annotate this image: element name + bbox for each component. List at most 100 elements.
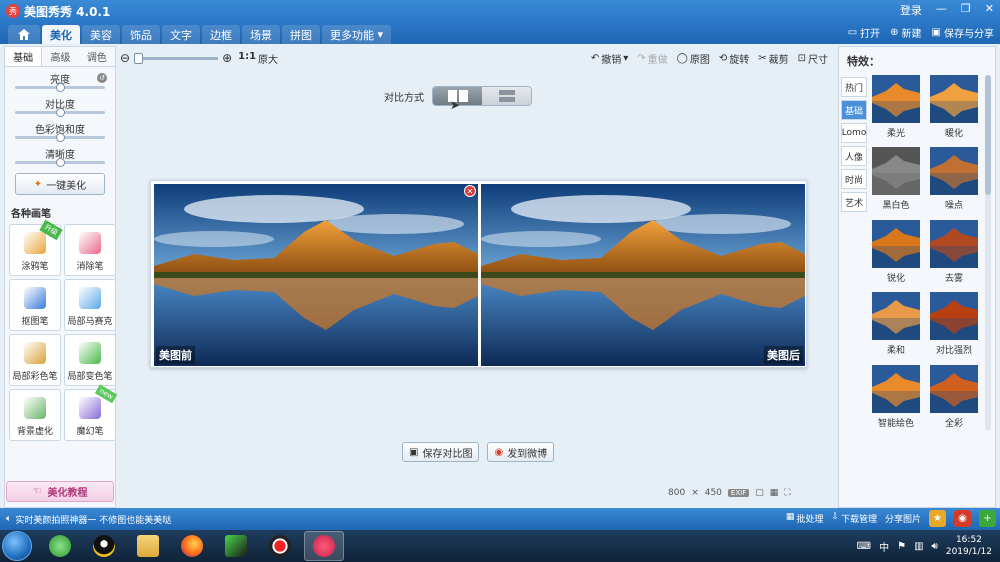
- size-button[interactable]: ⊡ 尺寸: [798, 51, 828, 66]
- open-button[interactable]: ▭ 打开: [848, 25, 880, 40]
- taskbar-app-firefox[interactable]: [172, 531, 212, 561]
- tab-art[interactable]: 艺术: [841, 192, 867, 212]
- effect-black-white[interactable]: 黑白色: [871, 147, 921, 211]
- effects-scrollbar[interactable]: [985, 75, 991, 431]
- brush-mosaic[interactable]: 局部马赛克: [64, 279, 116, 331]
- keyboard-icon[interactable]: ⌨: [857, 541, 871, 552]
- crop-button[interactable]: ✂ 裁剪: [758, 51, 788, 66]
- subtab-basic[interactable]: 基础: [5, 47, 43, 66]
- brush-color-change[interactable]: 局部变色笔: [64, 334, 116, 386]
- redo-button[interactable]: ↷ 重做: [637, 51, 667, 66]
- brush-magic[interactable]: new 魔幻笔: [64, 384, 118, 441]
- tab-basic[interactable]: 基础: [841, 100, 867, 120]
- brush-background-blur[interactable]: 背景虚化: [9, 389, 61, 441]
- one-click-beautify-button[interactable]: ✦ 一键美化: [15, 173, 105, 195]
- fullscreen-icon[interactable]: ⛶: [784, 488, 790, 498]
- zoom-slider[interactable]: [134, 52, 219, 64]
- status-message[interactable]: 实时美颜拍照神器一 不修图也能美美哒: [15, 513, 171, 526]
- brightness-slider[interactable]: 亮度: [13, 67, 107, 92]
- edit-toolbar: ⊖ ⊕ 1:1 原大 ↶ 撤销 ▾ ↷ 重做 ◯ 原图 ⟲ 旋转 ✂ 裁剪 ⊡ 尺寸: [120, 48, 834, 68]
- save-compare-button[interactable]: ▣ 保存对比图: [402, 442, 480, 462]
- taskbar-app-explorer[interactable]: [128, 531, 168, 561]
- saturation-slider[interactable]: 色彩饱和度: [13, 117, 107, 142]
- original-button[interactable]: ◯ 原图: [677, 51, 710, 66]
- subtab-advanced[interactable]: 高级: [42, 47, 78, 66]
- crop-label: 裁剪: [768, 55, 789, 66]
- star-icon[interactable]: ★: [929, 510, 946, 527]
- tab-beauty[interactable]: 美容: [82, 25, 120, 44]
- undo-button[interactable]: ↶ 撤销 ▾: [591, 51, 628, 66]
- taskbar-app-meitu[interactable]: [304, 531, 344, 561]
- zoom-out-icon[interactable]: ⊖: [120, 51, 130, 65]
- weibo-icon[interactable]: ◉: [954, 510, 971, 527]
- volume-icon[interactable]: 🔊︎: [932, 541, 938, 552]
- effect-soft[interactable]: 柔和: [871, 292, 921, 356]
- tab-portrait[interactable]: 人像: [841, 146, 867, 166]
- minimize-button[interactable]: —: [936, 2, 947, 18]
- zoom-in-icon[interactable]: ⊕: [222, 51, 232, 65]
- batch-button[interactable]: ▦ 批处理: [786, 512, 824, 525]
- rotate-button[interactable]: ⟲ 旋转: [719, 51, 749, 66]
- start-button[interactable]: [2, 531, 32, 561]
- effect-smart-color[interactable]: 智能绘色: [871, 364, 921, 429]
- effect-dehaze[interactable]: 去雾: [929, 219, 979, 284]
- effect-full-color[interactable]: 全彩: [929, 364, 979, 429]
- tab-accessories[interactable]: 饰品: [122, 25, 160, 44]
- close-compare-icon[interactable]: ✕: [464, 185, 476, 197]
- top-bottom-option[interactable]: [482, 87, 531, 105]
- ime-indicator[interactable]: 中: [879, 539, 889, 554]
- share-weibo-button[interactable]: ◉ 发到微博: [487, 442, 555, 462]
- tab-lomo[interactable]: Lomo: [841, 123, 867, 143]
- brush-graffiti[interactable]: 升级 涂鸦笔: [9, 219, 63, 276]
- tab-scene[interactable]: 场景: [242, 25, 280, 44]
- beautify-tutorial-button[interactable]: ☜ 美化教程: [6, 481, 114, 502]
- subtab-color[interactable]: 调色: [79, 47, 115, 66]
- tab-beautify[interactable]: 美化: [42, 25, 80, 44]
- effect-sharpen[interactable]: 锐化: [871, 219, 921, 284]
- login-link[interactable]: 登录: [900, 2, 922, 18]
- exif-button[interactable]: EXIF: [727, 489, 750, 497]
- fit-view-icon[interactable]: ▢: [755, 488, 764, 498]
- effect-warm[interactable]: 暖化: [929, 75, 979, 139]
- contrast-slider[interactable]: 对比度: [13, 92, 107, 117]
- tab-text[interactable]: 文字: [162, 25, 200, 44]
- download-manager-button[interactable]: ⇩ 下载管理: [831, 512, 877, 525]
- flag-icon[interactable]: ⚑: [897, 541, 906, 552]
- compare-mode-toggle[interactable]: [432, 86, 532, 106]
- actual-size-button[interactable]: 1:1 原大: [238, 51, 278, 66]
- share-picture-button[interactable]: 分享图片: [885, 512, 921, 525]
- save-share-button[interactable]: ▣ 保存与分享: [932, 25, 994, 40]
- tab-fashion[interactable]: 时尚: [841, 169, 867, 189]
- compare-canvas: 美图前 美图后 ✕: [150, 180, 807, 368]
- taskbar-app-360[interactable]: [40, 531, 80, 561]
- effect-soft-light[interactable]: 柔光: [871, 75, 921, 139]
- mosaic-icon: [79, 287, 101, 309]
- tab-collage[interactable]: 拼图: [282, 25, 320, 44]
- brush-eraser[interactable]: 消除笔: [64, 224, 116, 276]
- effect-noise[interactable]: 噪点: [929, 147, 979, 211]
- sharpness-knob[interactable]: [56, 158, 65, 167]
- taskbar-app-recorder[interactable]: [260, 531, 300, 561]
- close-button[interactable]: ✕: [985, 2, 994, 18]
- contrast-knob[interactable]: [56, 108, 65, 117]
- saturation-knob[interactable]: [56, 133, 65, 142]
- brush-cutout[interactable]: 抠图笔: [9, 279, 61, 331]
- effect-high-contrast[interactable]: 对比强烈: [929, 292, 979, 356]
- tab-more-features[interactable]: 更多功能 ▾: [322, 25, 392, 44]
- restore-button[interactable]: ❐: [961, 2, 971, 18]
- new-button[interactable]: ⊕ 新建: [890, 25, 921, 40]
- scrollbar-thumb[interactable]: [985, 75, 991, 195]
- tab-border[interactable]: 边框: [202, 25, 240, 44]
- tab-home[interactable]: [8, 25, 40, 44]
- network-icon[interactable]: ▥: [914, 541, 923, 552]
- taskbar-app-qq[interactable]: [84, 531, 124, 561]
- clock[interactable]: 16:52 2019/1/12: [946, 534, 992, 558]
- grid-view-icon[interactable]: ▦: [770, 488, 779, 498]
- sharpness-slider[interactable]: 清晰度: [13, 142, 107, 167]
- tab-hot[interactable]: 热门: [841, 77, 867, 97]
- brightness-knob[interactable]: [56, 83, 65, 92]
- plus-icon[interactable]: +: [979, 510, 996, 527]
- taskbar-app-video[interactable]: [216, 531, 256, 561]
- brush-local-color[interactable]: 局部彩色笔: [9, 334, 61, 386]
- zoom-knob[interactable]: [134, 52, 144, 64]
